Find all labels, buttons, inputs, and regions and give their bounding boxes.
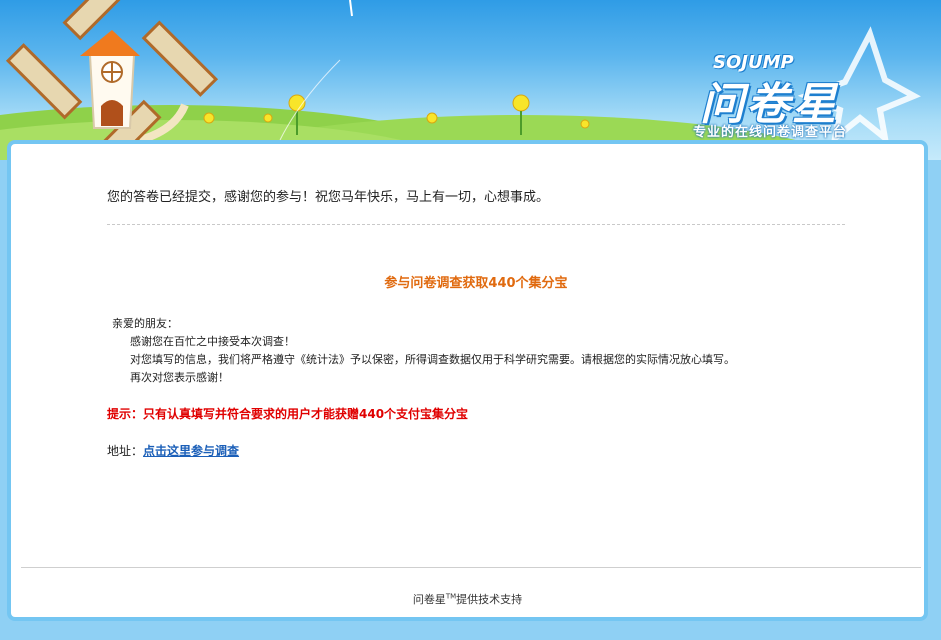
invitation-letter: 亲爱的朋友： 感谢您在百忙之中接受本次调查！ 对您填写的信息，我们将严格遵守《统…: [112, 315, 735, 387]
letter-line: 感谢您在百忙之中接受本次调查！: [130, 335, 295, 348]
footer: 问卷星TM提供技术支持: [11, 591, 924, 607]
survey-link[interactable]: 点击这里参与调查: [143, 444, 239, 458]
logo-slogan: 专业的在线问卷调查平台: [693, 125, 848, 140]
dashed-divider: [107, 224, 845, 225]
thanks-message: 您的答卷已经提交，感谢您的参与！祝您马年快乐，马上有一切，心想事成。: [107, 190, 550, 205]
footer-text: 提供技术支持: [456, 593, 523, 606]
tip-text: 提示：只有认真填写并符合要求的用户才能获赠440个支付宝集分宝: [107, 407, 469, 421]
trademark-mark: TM: [445, 592, 457, 601]
header-banner: SOJUMP 问卷星 专业的在线问卷调查平台: [0, 0, 941, 160]
footer-divider: [21, 567, 921, 568]
address-label: 地址：: [107, 444, 144, 458]
footer-brand: 问卷星: [412, 593, 446, 606]
content-card: 您的答卷已经提交，感谢您的参与！祝您马年快乐，马上有一切，心想事成。 参与问卷调…: [7, 140, 928, 621]
address-row: 地址：点击这里参与调查: [107, 442, 239, 459]
survey-title: 参与问卷调查获取440个集分宝: [384, 276, 568, 291]
letter-line: 再次对您表示感谢！: [130, 371, 229, 384]
letter-line: 对您填写的信息，我们将严格遵守《统计法》予以保密，所得调查数据仅用于科学研究需要…: [130, 353, 735, 366]
letter-greeting: 亲爱的朋友：: [112, 317, 178, 330]
